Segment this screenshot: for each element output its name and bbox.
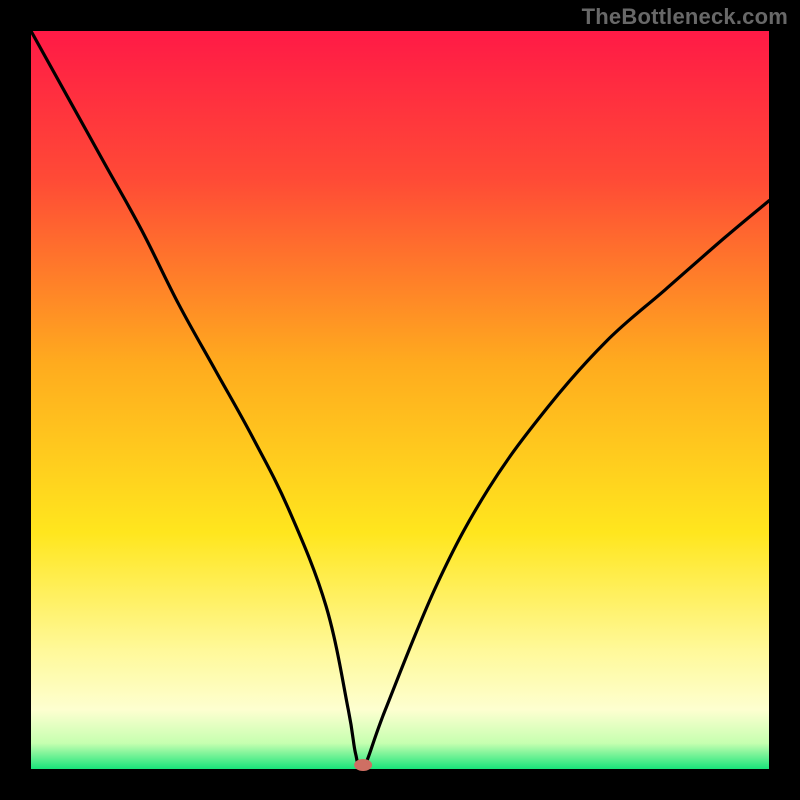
chart-frame: { "watermark": "TheBottleneck.com", "cha… — [0, 0, 800, 800]
optimum-marker — [354, 759, 372, 771]
bottleneck-chart — [0, 0, 800, 800]
plot-background — [31, 31, 769, 769]
